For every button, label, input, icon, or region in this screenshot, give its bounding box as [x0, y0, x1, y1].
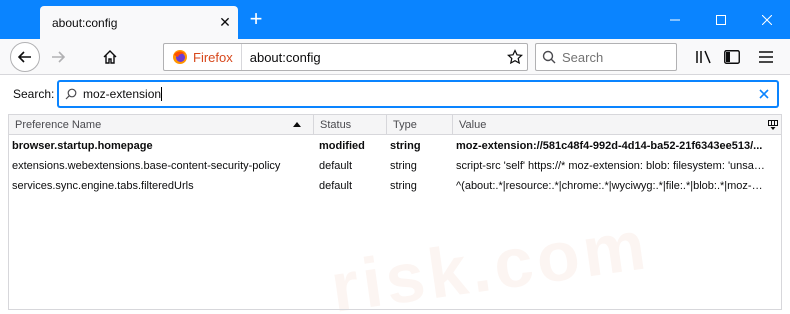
new-tab-button[interactable]: + [246, 8, 266, 30]
pref-type: string [390, 140, 421, 152]
clear-search-icon[interactable] [757, 87, 771, 101]
tab-close-icon[interactable]: ✕ [212, 14, 238, 31]
close-icon [762, 14, 772, 25]
table-row[interactable]: services.sync.engine.tabs.filteredUrls d… [9, 176, 781, 196]
config-search-row: Search: moz-extension [0, 76, 790, 114]
home-button[interactable] [96, 43, 124, 71]
search-bar[interactable]: Search [535, 43, 677, 71]
search-placeholder: Search [562, 49, 604, 65]
home-icon [103, 50, 117, 64]
config-page: risk.com Search: moz-extension Preferenc… [0, 76, 790, 314]
hamburger-menu-icon [759, 51, 773, 63]
pref-name: extensions.webextensions.base-content-se… [12, 160, 281, 172]
tab-title: about:config [52, 15, 118, 30]
pref-name: services.sync.engine.tabs.filteredUrls [12, 180, 194, 192]
pref-status: default [319, 160, 353, 172]
pref-value: script-src 'self' https://* moz-extensio… [456, 160, 767, 172]
maximize-button[interactable] [698, 0, 744, 39]
pref-status: default [319, 180, 353, 192]
identity-box[interactable]: Firefox [164, 44, 242, 70]
column-picker-icon [768, 120, 778, 130]
back-arrow-icon [18, 51, 31, 63]
url-bar[interactable]: Firefox about:config [163, 43, 528, 71]
minimize-button[interactable] [652, 0, 698, 39]
back-button[interactable] [10, 42, 40, 72]
column-picker-button[interactable] [765, 115, 781, 135]
column-header-status[interactable]: Status [314, 115, 387, 135]
url-text[interactable]: about:config [250, 50, 503, 65]
pref-type: string [390, 180, 417, 192]
menu-button[interactable] [756, 47, 776, 67]
pref-value: moz-extension://581c48f4-992d-4d14-ba52-… [456, 140, 763, 152]
minimize-icon [670, 19, 680, 20]
nav-toolbar: Firefox about:config Search [0, 39, 790, 75]
sidebar-icon [724, 50, 740, 64]
column-header-value[interactable]: Value [453, 115, 765, 135]
star-icon [507, 49, 523, 65]
config-search-input[interactable]: moz-extension [58, 81, 778, 107]
close-window-button[interactable] [744, 0, 790, 39]
title-bar: about:config ✕ + [0, 0, 790, 39]
config-search-value: moz-extension [83, 87, 162, 101]
table-header: Preference Name Status Type Value [9, 115, 781, 135]
firefox-logo-icon [173, 50, 187, 64]
search-icon [542, 50, 556, 64]
identity-label: Firefox [193, 49, 233, 65]
config-search-label: Search: [13, 87, 55, 101]
table-row[interactable]: extensions.webextensions.base-content-se… [9, 156, 781, 176]
pref-name: browser.startup.homepage [12, 140, 153, 152]
tab-about-config[interactable]: about:config ✕ [40, 6, 238, 39]
table-row[interactable]: browser.startup.homepage modified string… [9, 136, 781, 156]
sort-ascending-icon [293, 122, 301, 127]
column-header-name[interactable]: Preference Name [9, 115, 314, 135]
library-icon [696, 50, 711, 64]
pref-value: ^(about:.*|resource:.*|chrome:.*|wyciwyg… [456, 180, 767, 192]
bookmark-star-button[interactable] [503, 49, 527, 65]
text-caret [161, 87, 163, 101]
library-button[interactable] [694, 47, 714, 67]
sidebar-button[interactable] [722, 47, 742, 67]
pref-status: modified [319, 140, 365, 152]
forward-arrow-icon [52, 51, 65, 63]
search-icon [65, 88, 77, 100]
preferences-table: Preference Name Status Type Value browse… [8, 114, 782, 310]
maximize-icon [716, 14, 726, 25]
forward-button[interactable] [44, 43, 72, 71]
column-header-type[interactable]: Type [387, 115, 453, 135]
pref-type: string [390, 160, 417, 172]
